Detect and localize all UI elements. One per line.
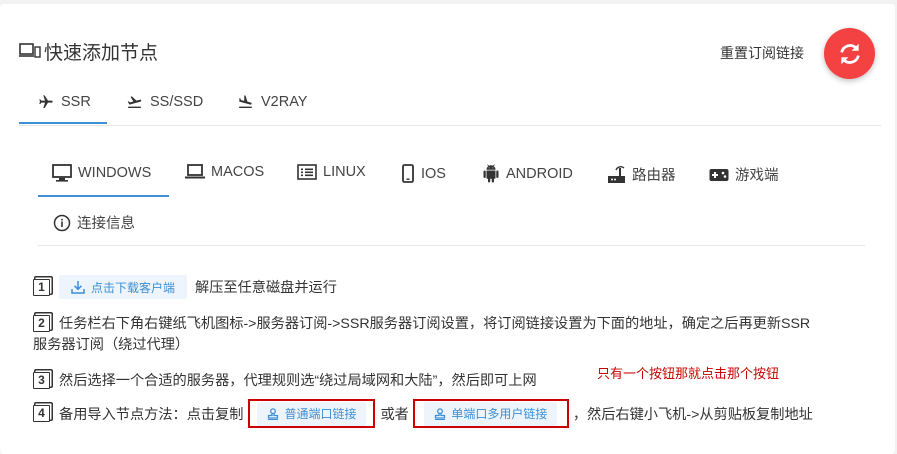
phone-icon	[402, 164, 414, 183]
tab-ssr[interactable]: SSR	[37, 94, 91, 110]
gamepad-icon	[709, 168, 729, 181]
tab-android[interactable]: ANDROID	[482, 164, 573, 183]
router-icon	[608, 165, 625, 183]
tab-ssr-label: SSR	[61, 94, 91, 110]
step-4: 4 备用导入节点方法：点击复制 普通端口链接 或者 单端口多用户链接 ，然后右键…	[33, 399, 813, 428]
tab-windows-label: WINDOWS	[78, 165, 152, 181]
tab-router-label: 路由器	[632, 168, 676, 184]
airplane-icon	[39, 95, 53, 108]
page-title: 快速添加节点	[44, 43, 159, 64]
step-number: 2	[33, 314, 50, 332]
laptop-icon	[185, 164, 205, 179]
tab-ss-ssd-label: SS/SSD	[150, 94, 204, 110]
tab-ss-ssd[interactable]: SS/SSD	[125, 94, 203, 110]
devices-icon	[19, 43, 41, 58]
tab-macos-label: MACOS	[211, 164, 265, 180]
stamp-icon	[268, 407, 279, 420]
stamp-icon	[435, 407, 446, 420]
step-1-text: 解压至任意磁盘并运行	[195, 280, 337, 296]
annotation-note: 只有一个按钮那就点击那个按钮	[597, 366, 780, 381]
flight-land-icon	[239, 95, 252, 108]
android-icon	[483, 164, 499, 183]
step-2-text-line1: 任务栏右下角右键纸飞机图标->服务器订阅->SSR服务器订阅设置，将订阅链接设置…	[59, 316, 811, 332]
reset-subscription-button[interactable]	[824, 28, 875, 79]
tab-router[interactable]: 路由器	[607, 164, 676, 185]
tab-ios[interactable]: IOS	[401, 164, 446, 183]
step-number: 4	[33, 405, 50, 422]
tab-connection-info[interactable]: 连接信息	[53, 212, 135, 233]
step-4-suffix: ，然后右键小飞机->从剪贴板复制地址	[572, 406, 813, 423]
step-3: 3 然后选择一个合适的服务器，代理规则选“绕过局域网和大陆”，然后即可上网	[33, 370, 537, 390]
highlight-box: 普通端口链接	[248, 399, 376, 428]
copy-single-port-multiuser-link-label: 单端口多用户链接	[451, 407, 548, 421]
tab-linux[interactable]: LINUX	[297, 164, 366, 180]
copy-normal-port-link-label: 普通端口链接	[284, 407, 357, 421]
highlight-box: 单端口多用户链接	[412, 399, 569, 428]
copy-normal-port-link-button[interactable]: 普通端口链接	[257, 401, 367, 426]
step-4-or: 或者	[380, 406, 409, 423]
info-icon	[53, 214, 71, 231]
step-number: 1	[33, 278, 50, 296]
protocol-tab-indicator	[19, 122, 107, 124]
step-2: 2 任务栏右下角右键纸飞机图标->服务器订阅->SSR服务器订阅设置，将订阅链接…	[33, 313, 810, 333]
download-icon	[71, 280, 85, 294]
terminal-list-icon	[297, 164, 317, 180]
download-client-button[interactable]: 点击下载客户端	[59, 275, 188, 299]
download-client-label: 点击下载客户端	[91, 280, 176, 295]
step-2-line2: 服务器订阅（绕过代理）	[33, 334, 189, 354]
os-tab-indicator	[38, 195, 169, 197]
step-number: 3	[33, 371, 50, 389]
os-tabs-divider	[38, 245, 865, 246]
protocol-tabs-divider	[19, 125, 881, 126]
step-3-text: 然后选择一个合适的服务器，代理规则选“绕过局域网和大陆”，然后即可上网	[59, 373, 537, 389]
tab-game-label: 游戏端	[735, 168, 779, 184]
refresh-icon	[839, 43, 860, 64]
tab-windows[interactable]: WINDOWS	[52, 164, 151, 182]
monitor-icon	[52, 164, 72, 182]
tab-game[interactable]: 游戏端	[709, 164, 779, 185]
tab-ios-label: IOS	[421, 165, 446, 182]
tab-linux-label: LINUX	[323, 164, 366, 180]
tab-connection-info-label: 连接信息	[77, 216, 135, 232]
tab-macos[interactable]: MACOS	[185, 164, 264, 180]
tab-v2ray-label: V2RAY	[261, 94, 308, 110]
step-1: 1 点击下载客户端 解压至任意磁盘并运行	[33, 275, 337, 299]
copy-single-port-multiuser-link-button[interactable]: 单端口多用户链接	[424, 401, 558, 426]
tab-v2ray[interactable]: V2RAY	[236, 94, 307, 110]
flight-takeoff-icon	[127, 96, 142, 108]
step-2-text-line2: 服务器订阅（绕过代理）	[33, 337, 190, 353]
step-4-prefix: 备用导入节点方法：点击复制	[59, 406, 244, 423]
tab-android-label: ANDROID	[506, 165, 573, 182]
reset-subscription-label: 重置订阅链接	[720, 45, 804, 61]
